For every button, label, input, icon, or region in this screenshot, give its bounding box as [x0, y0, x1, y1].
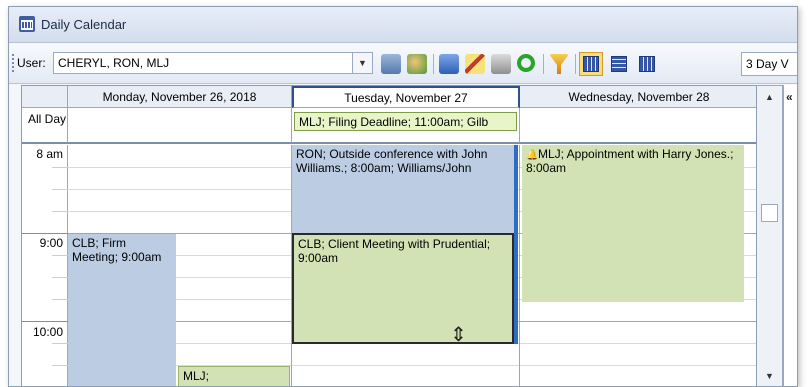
- event-mlj-monday[interactable]: MLJ;: [178, 366, 290, 386]
- day-view-button[interactable]: [579, 52, 603, 76]
- time-label-10: 10:00: [32, 325, 63, 339]
- copy-icon[interactable]: [491, 54, 511, 74]
- title-bar: Daily Calendar: [9, 7, 797, 43]
- month-view-button[interactable]: [635, 52, 659, 76]
- event-firm-meeting[interactable]: CLB; Firm Meeting; 9:00am: [68, 234, 176, 386]
- scroll-thumb[interactable]: [761, 204, 778, 222]
- event-edge-strip: [514, 145, 518, 233]
- week-view-icon: [611, 56, 627, 72]
- time-label-9: 9:00: [39, 236, 63, 250]
- scroll-up-button[interactable]: ▲: [757, 86, 782, 108]
- toolbar-grip[interactable]: [12, 54, 15, 72]
- print-icon[interactable]: [381, 54, 401, 74]
- new-event-icon[interactable]: [439, 54, 459, 74]
- allday-cell-wednesday[interactable]: [520, 108, 756, 144]
- slot-line: [520, 343, 756, 344]
- day-column-monday[interactable]: CLB; Firm Meeting; 9:00am MLJ;: [68, 145, 292, 386]
- event-edge-strip: [514, 233, 518, 344]
- event-appointment-harry-jones[interactable]: 🔔MLJ; Appointment with Harry Jones.; 8:0…: [522, 145, 744, 302]
- side-panel: «: [783, 85, 797, 386]
- quarter-line: [52, 211, 68, 212]
- toolbar: User: CHERYL, RON, MLJ ▼ 3 Day V: [9, 44, 797, 84]
- slot-line: [520, 321, 756, 322]
- collapse-arrow-icon[interactable]: «: [786, 90, 793, 104]
- vertical-scrollbar[interactable]: ▲ ▼: [757, 85, 783, 386]
- day-column-tuesday[interactable]: RON; Outside conference with John Willia…: [292, 145, 520, 386]
- people-icon[interactable]: [407, 54, 427, 74]
- slot-line: [292, 365, 519, 366]
- toolbar-separator: [433, 54, 434, 74]
- calendar-grid: Monday, November 26, 2018 Tuesday, Novem…: [21, 85, 757, 386]
- view-range-select[interactable]: 3 Day V: [741, 52, 797, 76]
- allday-cell-tuesday[interactable]: MLJ; Filing Deadline; 11:00am; Gilb: [292, 108, 520, 144]
- hour-line: [22, 233, 68, 234]
- calendar-app-icon: [19, 16, 35, 32]
- time-column: 8 am 9:00 10:00: [22, 145, 68, 386]
- day-view-icon: [583, 56, 599, 72]
- quarter-line: [52, 189, 68, 190]
- user-select-field[interactable]: CHERYL, RON, MLJ: [53, 52, 353, 74]
- allday-label: All Day: [22, 108, 68, 144]
- quarter-line: [52, 255, 68, 256]
- filter-icon[interactable]: [549, 54, 569, 74]
- toolbar-separator: [575, 54, 576, 74]
- allday-cell-monday[interactable]: [68, 108, 292, 144]
- hour-line: [22, 321, 68, 322]
- week-view-button[interactable]: [607, 52, 631, 76]
- day-header-monday[interactable]: Monday, November 26, 2018: [68, 86, 292, 108]
- quarter-line: [52, 167, 68, 168]
- quarter-line: [52, 299, 68, 300]
- event-outside-conference[interactable]: RON; Outside conference with John Willia…: [292, 145, 514, 233]
- reminder-bell-icon: 🔔: [526, 150, 539, 161]
- event-client-meeting[interactable]: CLB; Client Meeting with Prudential; 9:0…: [292, 233, 514, 344]
- edit-icon[interactable]: [465, 54, 485, 74]
- slot-line: [68, 211, 291, 212]
- toolbar-separator: [543, 54, 544, 74]
- refresh-icon[interactable]: [517, 54, 535, 72]
- daily-calendar-window: Daily Calendar User: CHERYL, RON, MLJ ▼ …: [8, 6, 798, 387]
- slot-line: [520, 365, 756, 366]
- slot-line: [68, 189, 291, 190]
- month-view-icon: [639, 56, 655, 72]
- quarter-line: [52, 277, 68, 278]
- time-label-8am: 8 am: [36, 147, 63, 161]
- header-corner: [22, 86, 68, 108]
- resize-cursor-icon: ⇕: [450, 324, 467, 346]
- day-header-tuesday[interactable]: Tuesday, November 27: [292, 86, 520, 108]
- window-title: Daily Calendar: [41, 17, 127, 32]
- slot-line: [68, 167, 291, 168]
- user-dropdown-button[interactable]: ▼: [353, 52, 373, 74]
- user-label: User:: [17, 56, 46, 70]
- scroll-down-button[interactable]: ▼: [757, 365, 782, 386]
- day-header-wednesday[interactable]: Wednesday, November 28: [520, 86, 756, 108]
- day-column-wednesday[interactable]: 🔔MLJ; Appointment with Harry Jones.; 8:0…: [520, 145, 756, 386]
- quarter-line: [52, 343, 68, 344]
- allday-event-filing-deadline[interactable]: MLJ; Filing Deadline; 11:00am; Gilb: [294, 112, 517, 131]
- event-appointment-text: MLJ; Appointment with Harry Jones.; 8:00…: [526, 147, 734, 175]
- quarter-line: [52, 365, 68, 366]
